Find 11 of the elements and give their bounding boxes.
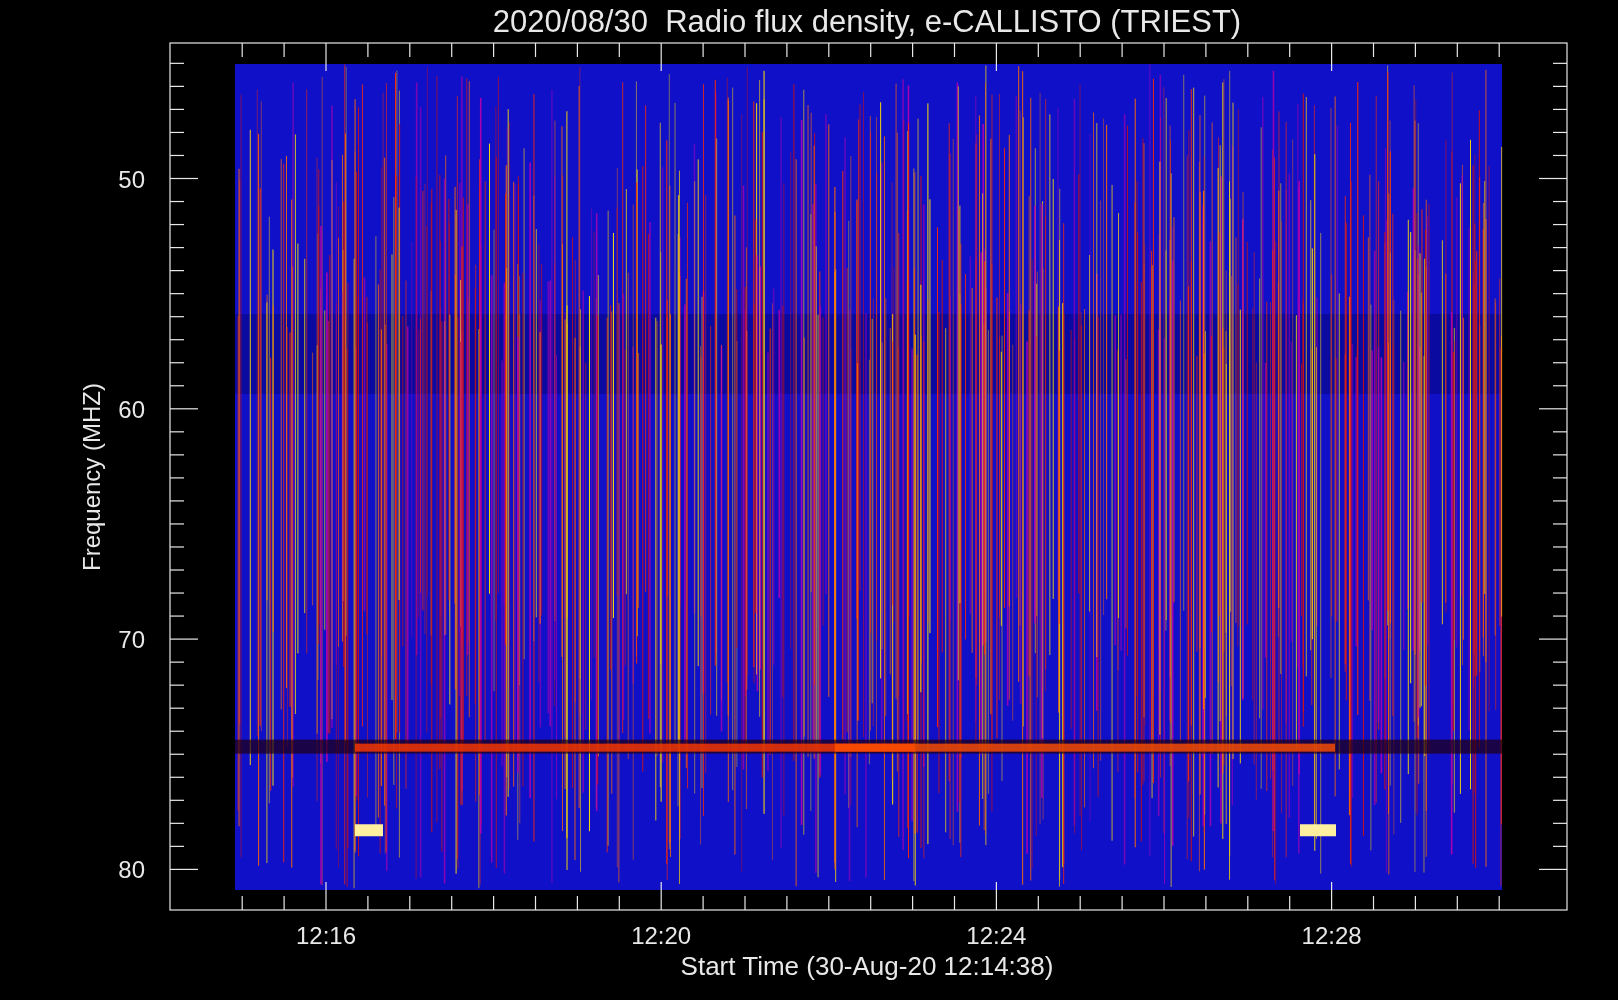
y-tick-label: 80 xyxy=(118,856,145,884)
y-tick-label: 70 xyxy=(118,626,145,654)
x-axis-label: Start Time (30-Aug-20 12:14:38) xyxy=(680,951,1054,981)
chart-title: 2020/08/30 Radio flux density, e-CALLISTO (TRIEST) xyxy=(492,4,1242,39)
x-tick-label: 12:28 xyxy=(1301,922,1362,949)
y-axis-label: Frequency (MHZ) xyxy=(78,383,105,571)
x-tick-label: 12:16 xyxy=(295,922,357,949)
x-tick-label: 12:24 xyxy=(966,922,1027,949)
y-tick-label: 60 xyxy=(118,395,145,423)
x-tick-label: 12:20 xyxy=(631,922,692,949)
y-tick-label: 50 xyxy=(118,165,145,193)
